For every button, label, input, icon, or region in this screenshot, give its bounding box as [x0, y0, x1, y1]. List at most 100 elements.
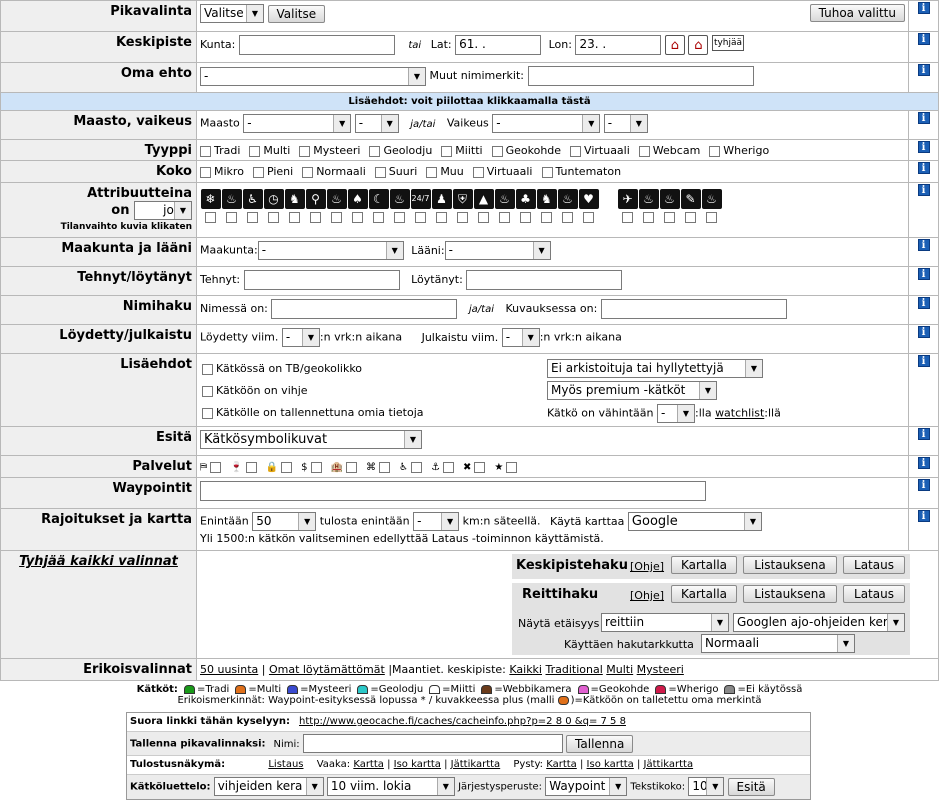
home-icon[interactable]: ⌂	[664, 35, 685, 55]
attribute-icon[interactable]: ♨	[221, 189, 242, 209]
attribute-item[interactable]: ♨	[494, 189, 515, 223]
attribute-checkbox[interactable]	[205, 212, 216, 223]
attribute-icon[interactable]: ♞	[284, 189, 305, 209]
keskipistehaku-help-link[interactable]: [Ohje]	[630, 560, 664, 573]
attribute-item[interactable]: ◷	[263, 189, 284, 223]
info-icon[interactable]: i	[917, 2, 930, 14]
map-select[interactable]: Google	[627, 512, 762, 531]
print-map2-link[interactable]: Kartta	[546, 759, 577, 770]
tyyppi-checkbox[interactable]	[249, 145, 261, 157]
loydetty-select[interactable]: -	[281, 328, 320, 347]
attr-select[interactable]: joku	[134, 201, 192, 220]
attribute-checkbox[interactable]	[331, 212, 342, 223]
attribute-checkbox[interactable]	[394, 212, 405, 223]
attribute-icon[interactable]: ♥	[578, 189, 599, 209]
attribute-checkbox[interactable]	[310, 212, 321, 223]
vaikeus-select-2[interactable]: -	[603, 114, 648, 133]
tyyppi-checkbox[interactable]	[570, 145, 582, 157]
textsize-select[interactable]: 10	[688, 777, 725, 796]
info-icon[interactable]: i	[917, 162, 930, 174]
attribute-checkbox[interactable]	[541, 212, 552, 223]
attribute-checkbox[interactable]	[583, 212, 594, 223]
print-bigmap2-link[interactable]: Iso kartta	[587, 759, 634, 770]
koko-checkbox[interactable]	[541, 166, 553, 178]
vihje-checkbox[interactable]	[202, 385, 213, 397]
watchlist-link[interactable]: watchlist	[715, 407, 764, 420]
attribute-item[interactable]: ♨	[701, 189, 722, 223]
newest-link[interactable]: 50 uusinta	[200, 663, 258, 676]
reittihaku-list-button[interactable]: Listauksena	[743, 585, 837, 603]
attribute-item[interactable]: ♣	[515, 189, 536, 223]
attribute-item[interactable]: ♨	[557, 189, 578, 223]
attribute-checkbox[interactable]	[664, 212, 675, 223]
distance-select[interactable]: reittiin	[601, 613, 729, 632]
info-icon[interactable]: i	[917, 510, 930, 522]
attribute-icon[interactable]: ♨	[494, 189, 515, 209]
logs-select[interactable]: 10 viim. lokia	[326, 777, 455, 796]
attribute-icon[interactable]: ♨	[638, 189, 659, 209]
attribute-item[interactable]: ✈	[617, 189, 638, 223]
attribute-icon[interactable]: ♿	[242, 189, 263, 209]
attribute-item[interactable]: ♟	[431, 189, 452, 223]
delete-selected-button[interactable]: Tuhoa valittu	[809, 4, 905, 22]
service-checkbox[interactable]	[210, 461, 222, 473]
attribute-item[interactable]: ⚲	[305, 189, 326, 223]
info-icon[interactable]: i	[917, 184, 930, 196]
attribute-item[interactable]: ♞	[284, 189, 305, 223]
attribute-checkbox[interactable]	[247, 212, 258, 223]
info-icon[interactable]: i	[917, 326, 930, 338]
maasto-select-1[interactable]: -	[243, 114, 352, 133]
attribute-icon[interactable]: ♨	[557, 189, 578, 209]
omat-checkbox[interactable]	[202, 407, 213, 419]
attribute-icon[interactable]: ⚲	[305, 189, 326, 209]
service-checkbox[interactable]	[310, 461, 322, 473]
attribute-checkbox[interactable]	[268, 212, 279, 223]
save-button[interactable]: Tallenna	[566, 734, 634, 753]
attribute-item[interactable]: ☾	[368, 189, 389, 223]
unfound-link[interactable]: Omat löytämättömät	[269, 663, 385, 676]
hints-select[interactable]: vihjeiden kera	[213, 777, 324, 796]
tb-checkbox[interactable]	[202, 363, 213, 375]
attribute-checkbox[interactable]	[706, 212, 717, 223]
info-icon[interactable]: i	[917, 239, 930, 251]
attribute-icon[interactable]: ♨	[659, 189, 680, 209]
koko-checkbox[interactable]	[374, 166, 386, 178]
esita-select[interactable]: Kätkösymbolikuvat	[200, 430, 422, 449]
attribute-item[interactable]: ▲	[473, 189, 494, 223]
pikavalinta-select[interactable]: Valitse	[200, 4, 264, 23]
keskipistehaku-download-button[interactable]: Lataus	[843, 556, 905, 574]
all-link[interactable]: Kaikki	[509, 663, 542, 676]
attribute-item[interactable]: ♨	[389, 189, 410, 223]
direct-link[interactable]: http://www.geocache.fi/caches/cacheinfo.…	[299, 716, 626, 727]
empty-button[interactable]: tyhjää	[711, 35, 745, 51]
info-icon[interactable]: i	[917, 457, 930, 469]
service-checkbox[interactable]	[346, 461, 357, 473]
tehnyt-input[interactable]	[243, 270, 400, 290]
attribute-icon[interactable]: ◷	[263, 189, 284, 209]
attribute-item[interactable]: 24/7	[410, 189, 431, 223]
multi-link[interactable]: Multi	[606, 663, 633, 676]
tyyppi-checkbox[interactable]	[638, 145, 650, 157]
attribute-item[interactable]: ♿	[242, 189, 263, 223]
omaehto-select[interactable]: -	[200, 66, 426, 86]
muut-input[interactable]	[527, 66, 754, 86]
info-icon[interactable]: i	[917, 268, 930, 280]
lat-input[interactable]: 61. .	[455, 35, 542, 55]
koko-checkbox[interactable]	[200, 166, 211, 178]
clear-all-link[interactable]: Tyhjää kaikki valinnat	[19, 554, 178, 569]
julkaistu-select[interactable]: -	[501, 328, 540, 347]
info-icon[interactable]: i	[917, 479, 930, 491]
radius-select[interactable]: -	[413, 512, 460, 531]
attribute-item[interactable]: ❄	[200, 189, 221, 223]
print-list-link[interactable]: Listaus	[268, 759, 303, 770]
accuracy-select[interactable]: Normaali	[701, 634, 855, 653]
directions-select[interactable]: Googlen ajo-ohjeiden kera	[733, 613, 905, 632]
tyyppi-checkbox[interactable]	[200, 145, 211, 157]
maakunta-select[interactable]: -	[257, 241, 404, 260]
attribute-checkbox[interactable]	[685, 212, 696, 223]
kuvauksessa-input[interactable]	[600, 299, 787, 319]
attribute-item[interactable]: ♠	[347, 189, 368, 223]
attribute-icon[interactable]: ♨	[326, 189, 347, 209]
tyyppi-checkbox[interactable]	[441, 145, 453, 157]
attribute-checkbox[interactable]	[289, 212, 300, 223]
